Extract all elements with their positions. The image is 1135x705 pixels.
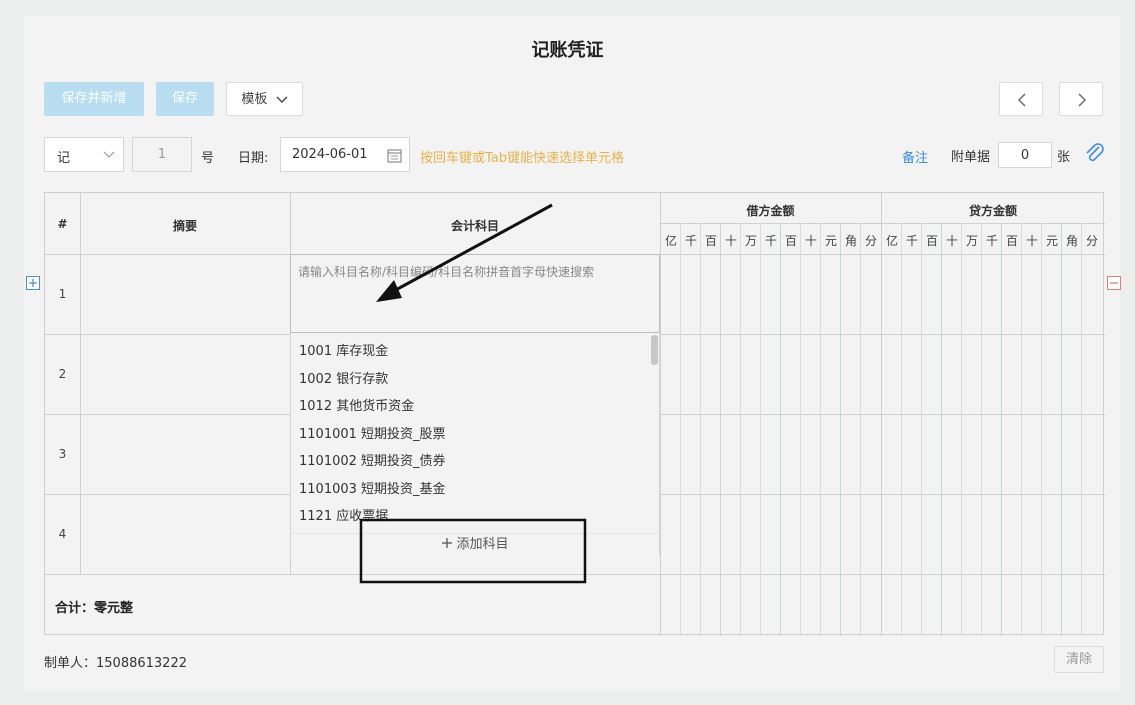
amount-digit-divider <box>1041 223 1042 636</box>
amount-digit-divider <box>921 223 922 636</box>
amount-digit-divider <box>720 223 721 636</box>
amount-digit-divider <box>840 223 841 636</box>
calendar-icon <box>387 149 402 163</box>
add-subject-button[interactable]: 添加科目 <box>291 533 659 555</box>
amount-unit-label: 角 <box>844 234 857 248</box>
amount-digit-divider <box>740 223 741 636</box>
amount-unit-label: 千 <box>684 234 697 248</box>
voucher-number-value: 1 <box>157 147 167 162</box>
chevron-left-icon <box>1018 93 1026 107</box>
subject-search-placeholder: 请输入科目名称/科目编码/科目名称拼音首字母快速搜索 <box>298 265 595 279</box>
attachments-count-input[interactable]: 0 <box>998 142 1052 168</box>
amount-unit-label: 角 <box>1065 234 1078 248</box>
amount-digit-divider <box>700 223 701 636</box>
col-summary-header: 摘要 <box>172 219 197 233</box>
plus-icon <box>442 538 453 548</box>
attachments-label: 附单据 <box>951 150 991 165</box>
creator-label: 制单人：15088613222 <box>44 656 187 671</box>
voucher-number-input[interactable]: 1 <box>132 137 192 172</box>
col-index-header: # <box>57 217 68 231</box>
amount-unit-label: 十 <box>724 234 737 248</box>
amount-unit-label: 元 <box>824 234 837 248</box>
prev-voucher-button[interactable] <box>999 82 1043 116</box>
subject-dropdown: 1001 库存现金 1002 银行存款 1012 其他货币资金 1101001 … <box>290 333 660 555</box>
voucher-type-value: 记 <box>57 151 71 166</box>
amount-digit-divider <box>760 223 761 636</box>
row-number: 3 <box>58 447 67 461</box>
col-credit-header: 贷方金额 <box>968 204 1017 218</box>
amount-digit-divider <box>1001 223 1002 636</box>
row-number: 2 <box>58 367 67 381</box>
amount-unit-label: 十 <box>804 234 817 248</box>
date-value: 2024-06-01 <box>292 147 368 162</box>
amount-digit-divider <box>800 223 801 636</box>
amount-unit-label: 亿 <box>885 234 898 248</box>
chevron-down-icon <box>276 96 288 103</box>
amount-unit-label: 元 <box>1045 234 1058 248</box>
chevron-down-icon <box>103 151 115 158</box>
attachments-unit: 张 <box>1057 150 1071 165</box>
amount-digit-divider <box>981 223 982 636</box>
subject-search-input[interactable]: 请输入科目名称/科目编码/科目名称拼音首字母快速搜索 <box>290 254 660 333</box>
remove-row-icon[interactable] <box>1107 276 1121 290</box>
date-input[interactable]: 2024-06-01 <box>280 137 410 172</box>
amount-unit-label: 亿 <box>664 234 677 248</box>
note-link[interactable]: 备注 <box>902 147 928 166</box>
total-label: 合计：零元整 <box>55 601 134 616</box>
page-title: 记账凭证 <box>531 40 604 61</box>
subject-option[interactable]: 1002 银行存款 <box>299 368 388 387</box>
amount-unit-label: 百 <box>1005 234 1018 248</box>
amount-digit-divider <box>901 223 902 636</box>
amount-digit-divider <box>1061 223 1062 636</box>
subject-option[interactable]: 1001 库存现金 <box>299 340 388 359</box>
subject-option[interactable]: 1012 其他货币资金 <box>299 395 414 414</box>
add-subject-label: 添加科目 <box>456 537 509 552</box>
amount-unit-label: 千 <box>764 234 777 248</box>
paperclip-icon[interactable] <box>1084 143 1106 163</box>
amount-unit-label: 十 <box>945 234 958 248</box>
amount-digit-divider <box>941 223 942 636</box>
amount-unit-label: 万 <box>744 234 757 248</box>
chevron-right-icon <box>1078 93 1086 107</box>
row-number: 4 <box>58 527 67 541</box>
subject-option[interactable]: 1101003 短期投资_基金 <box>299 478 446 497</box>
amount-unit-label: 万 <box>965 234 978 248</box>
template-label: 模板 <box>241 92 268 107</box>
subject-option[interactable]: 1101001 短期投资_股票 <box>299 423 446 442</box>
amount-digit-divider <box>860 223 861 636</box>
attachments-count-value: 0 <box>1020 148 1030 163</box>
col-debit-header: 借方金额 <box>746 204 795 218</box>
template-button[interactable]: 模板 <box>226 82 303 116</box>
keyboard-hint: 按回车键或Tab键能快速选择单元格 <box>420 151 625 166</box>
amount-digit-divider <box>820 223 821 636</box>
amount-digit-divider <box>780 223 781 636</box>
amount-unit-label: 千 <box>985 234 998 248</box>
amount-unit-label: 百 <box>784 234 797 248</box>
amount-digit-divider <box>1081 223 1082 636</box>
date-label: 日期: <box>238 151 269 166</box>
amount-unit-label: 百 <box>704 234 717 248</box>
clear-button[interactable]: 清除 <box>1054 646 1104 673</box>
amount-digit-divider <box>961 223 962 636</box>
amount-unit-label: 十 <box>1025 234 1038 248</box>
dropdown-scrollbar[interactable] <box>651 335 658 365</box>
save-and-new-button[interactable]: 保存并新增 <box>44 82 144 116</box>
amount-unit-label: 百 <box>925 234 938 248</box>
add-row-icon[interactable] <box>26 276 40 290</box>
next-voucher-button[interactable] <box>1059 82 1103 116</box>
amount-digit-divider <box>680 223 681 636</box>
col-subject-header: 会计科目 <box>450 219 499 233</box>
save-button[interactable]: 保存 <box>156 82 214 116</box>
amount-unit-label: 分 <box>864 234 877 248</box>
amount-unit-label: 分 <box>1085 234 1098 248</box>
subject-option[interactable]: 1101002 短期投资_债券 <box>299 450 446 469</box>
amount-digit-divider <box>1021 223 1022 636</box>
number-suffix: 号 <box>201 151 215 166</box>
subject-option[interactable]: 1121 应收票据 <box>299 505 388 524</box>
voucher-type-select[interactable]: 记 <box>44 137 124 172</box>
row-number: 1 <box>58 287 67 301</box>
amount-unit-label: 千 <box>905 234 918 248</box>
